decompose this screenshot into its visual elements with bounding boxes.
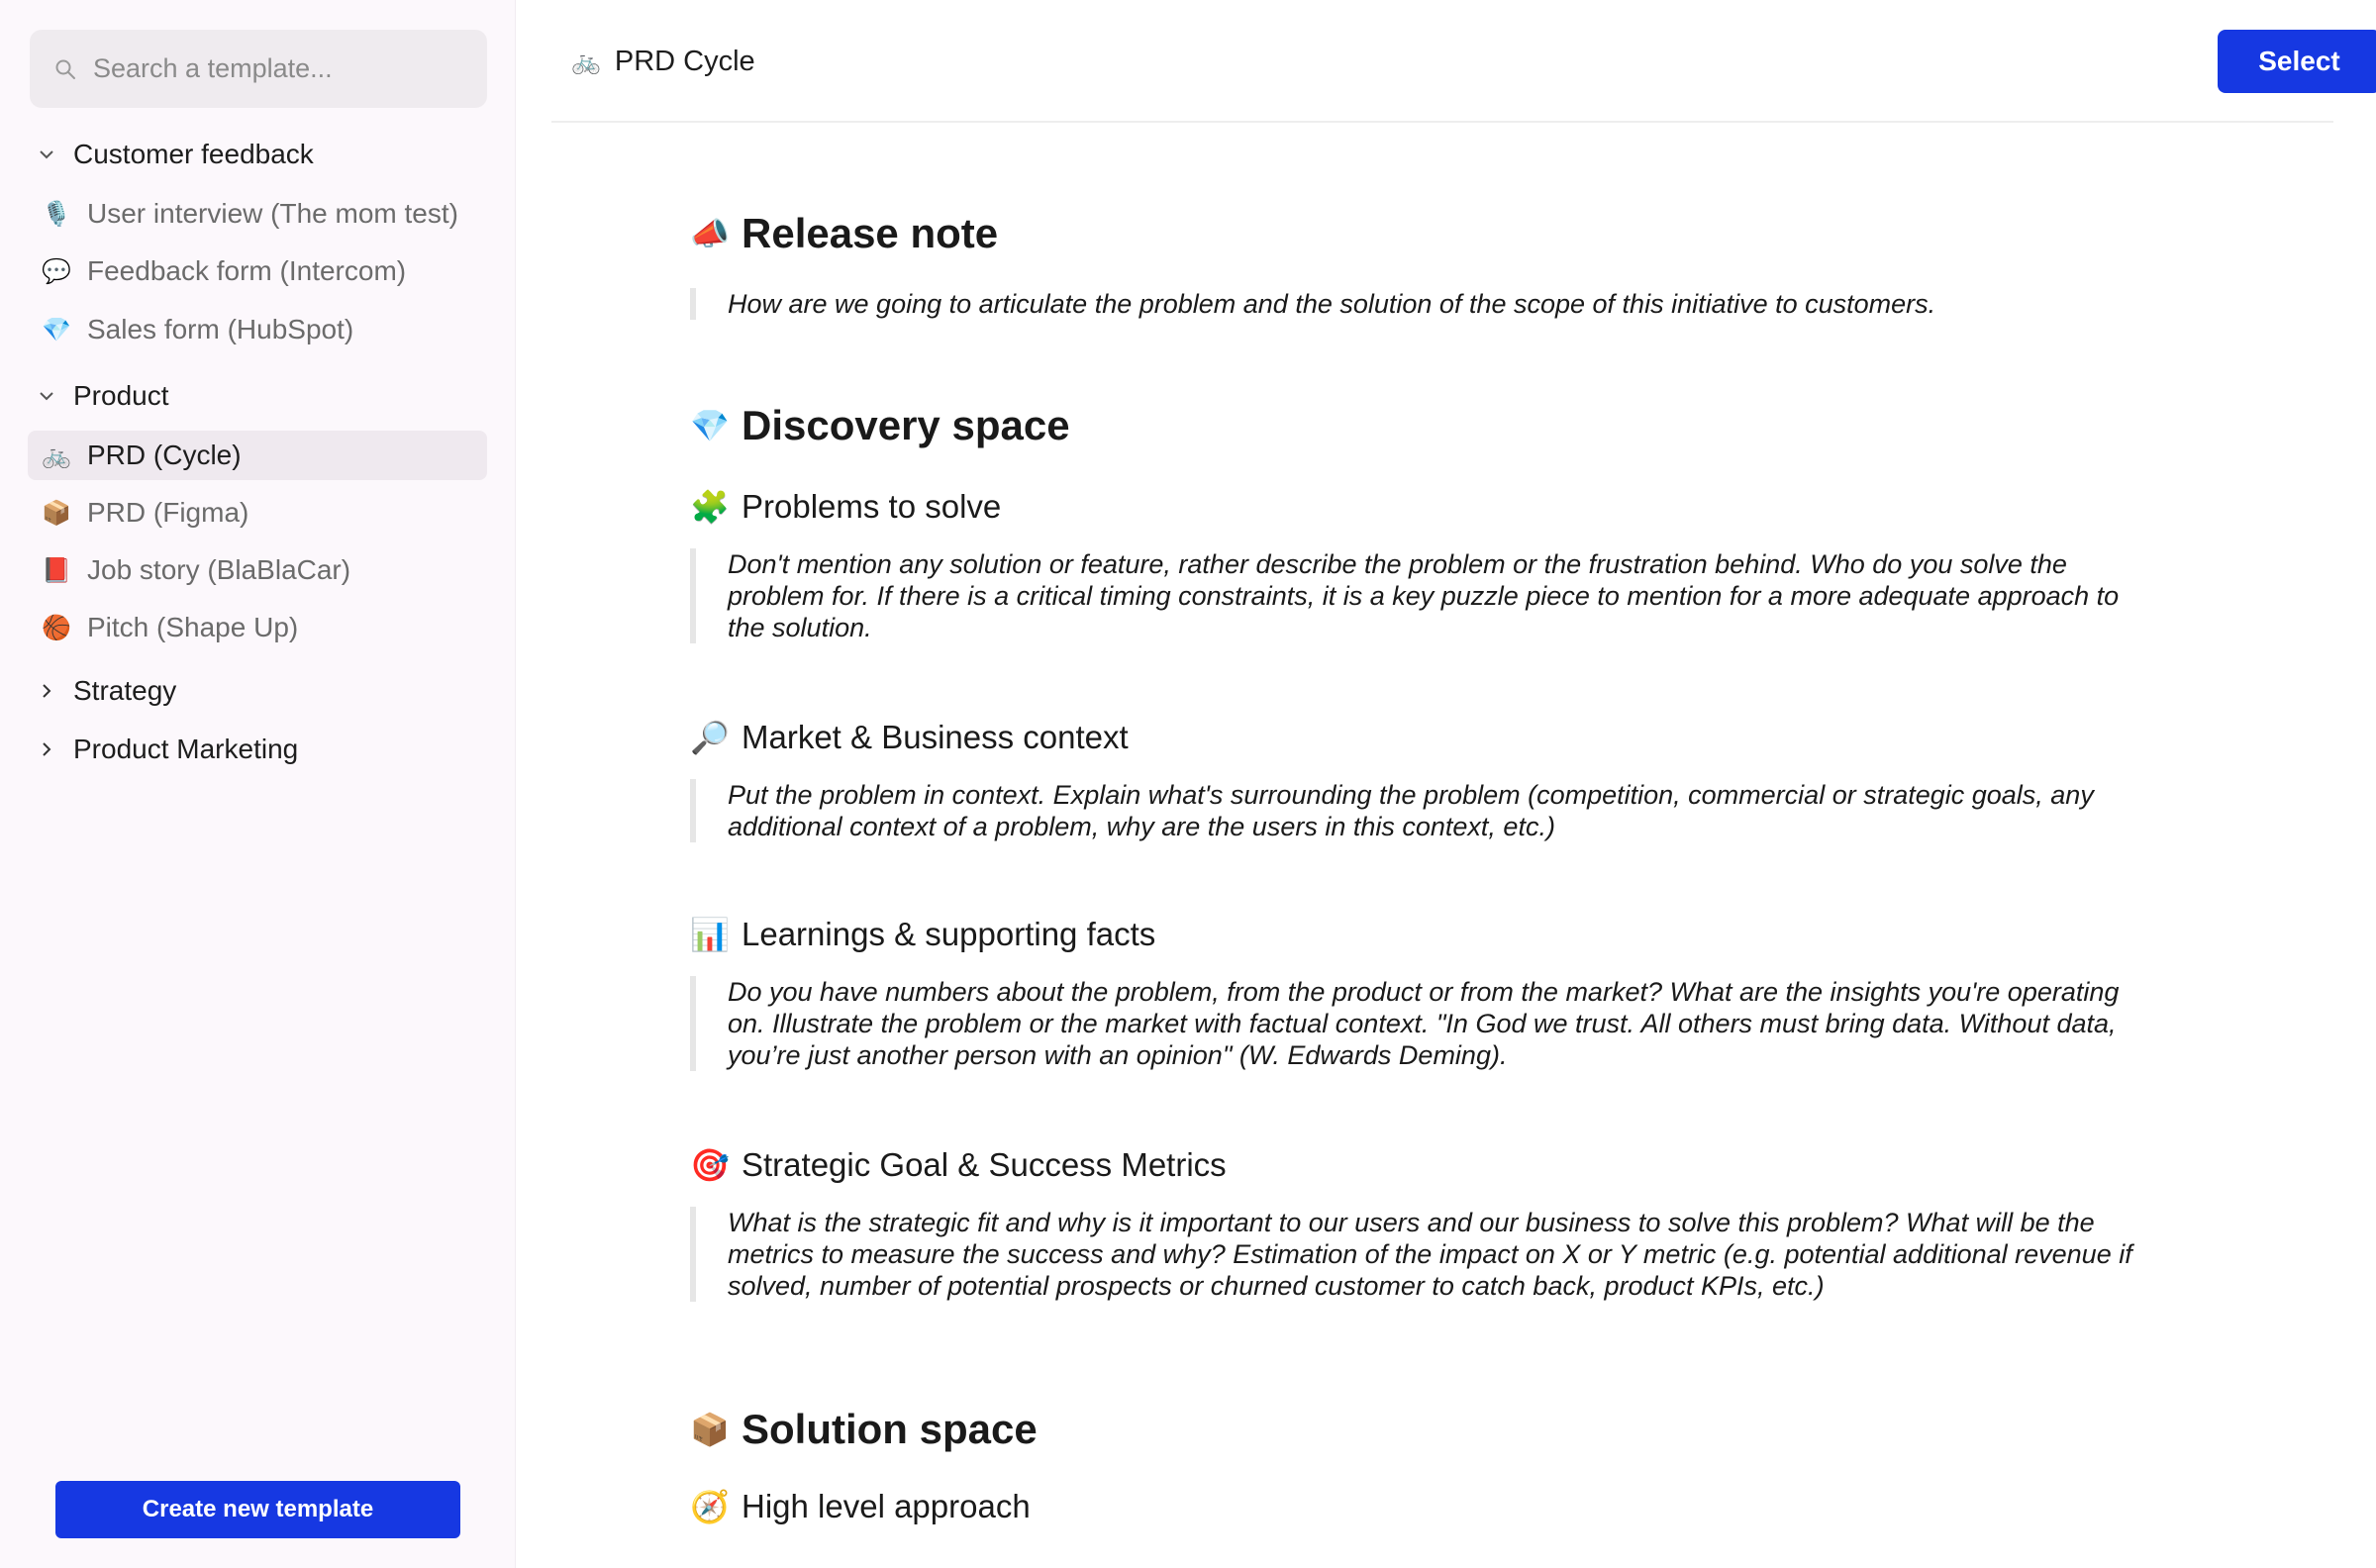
heading-market-context: 🔎 Market & Business context xyxy=(690,719,1129,756)
group-label: Product xyxy=(73,380,169,411)
group-customer-feedback[interactable]: Customer feedback xyxy=(36,135,314,174)
bicycle-icon: 🚲 xyxy=(571,49,601,75)
chevron-down-icon xyxy=(36,385,57,407)
chevron-down-icon xyxy=(36,144,57,165)
target-icon: 🎯 xyxy=(690,1147,730,1183)
search-bar[interactable] xyxy=(30,30,487,108)
heading-text: High level approach xyxy=(742,1488,1031,1524)
blockquote-strategic: What is the strategic fit and why is it … xyxy=(690,1207,2145,1302)
group-strategy[interactable]: Strategy xyxy=(36,671,176,711)
template-preview: 🚲 PRD Cycle Select 📣 Release note How ar… xyxy=(516,0,2376,1568)
template-label: Pitch (Shape Up) xyxy=(87,612,299,642)
gem-icon: 💎 xyxy=(690,408,730,443)
heading-strategic-goal: 🎯 Strategic Goal & Success Metrics xyxy=(690,1146,1227,1184)
group-label: Strategy xyxy=(73,675,177,706)
heading-high-level-approach: 🧭 High level approach xyxy=(690,1488,1031,1525)
package-icon: 📦 xyxy=(42,499,71,527)
heading-release-note: 📣 Release note xyxy=(690,210,998,257)
heading-problems-to-solve: 🧩 Problems to solve xyxy=(690,488,1001,526)
compass-icon: 🧭 xyxy=(690,1489,730,1524)
heading-text: Solution space xyxy=(742,1406,1038,1452)
package-icon: 📦 xyxy=(690,1412,730,1447)
search-icon xyxy=(55,59,75,79)
template-feedback-form[interactable]: 💬 Feedback form (Intercom) xyxy=(28,246,487,296)
blockquote-learnings: Do you have numbers about the problem, f… xyxy=(690,976,2145,1071)
heading-text: Strategic Goal & Success Metrics xyxy=(742,1146,1227,1183)
heading-text: Discovery space xyxy=(742,402,1070,448)
template-prd-cycle[interactable]: 🚲 PRD (Cycle) xyxy=(28,431,487,480)
blockquote-release-note: How are we going to articulate the probl… xyxy=(690,288,2145,320)
template-user-interview[interactable]: 🎙️ User interview (The mom test) xyxy=(28,189,487,239)
book-icon: 📕 xyxy=(42,556,71,584)
heading-text: Market & Business context xyxy=(742,719,1129,755)
speech-bubble-icon: 💬 xyxy=(42,257,71,285)
template-pitch[interactable]: 🏀 Pitch (Shape Up) xyxy=(28,603,487,652)
template-label: Feedback form (Intercom) xyxy=(87,255,407,286)
heading-text: Problems to solve xyxy=(742,488,1002,525)
template-job-story[interactable]: 📕 Job story (BlaBlaCar) xyxy=(28,545,487,595)
magnifier-icon: 🔎 xyxy=(690,720,730,755)
puzzle-icon: 🧩 xyxy=(690,489,730,525)
preview-header: 🚲 PRD Cycle Select xyxy=(551,0,2376,123)
heading-discovery-space: 💎 Discovery space xyxy=(690,402,1070,449)
search-input[interactable] xyxy=(93,53,487,84)
template-label: Job story (BlaBlaCar) xyxy=(87,554,351,585)
create-template-button[interactable]: Create new template xyxy=(55,1481,460,1538)
heading-text: Release note xyxy=(742,210,999,256)
select-button[interactable]: Select xyxy=(2218,30,2376,93)
gem-icon: 💎 xyxy=(42,316,71,343)
blockquote-market: Put the problem in context. Explain what… xyxy=(690,779,2145,842)
template-prd-figma[interactable]: 📦 PRD (Figma) xyxy=(28,488,487,538)
group-product[interactable]: Product xyxy=(36,376,169,416)
heading-learnings: 📊 Learnings & supporting facts xyxy=(690,916,1155,953)
template-label: Sales form (HubSpot) xyxy=(87,314,354,344)
template-label: User interview (The mom test) xyxy=(87,198,458,229)
group-label: Product Marketing xyxy=(73,734,299,764)
template-label: PRD (Figma) xyxy=(87,497,249,528)
heading-solution-space: 📦 Solution space xyxy=(690,1406,1038,1453)
template-label: PRD (Cycle) xyxy=(87,440,242,470)
group-product-marketing[interactable]: Product Marketing xyxy=(36,730,298,769)
heading-text: Learnings & supporting facts xyxy=(742,916,1156,952)
page-title-text: PRD Cycle xyxy=(614,46,755,77)
group-label: Customer feedback xyxy=(73,139,314,169)
chevron-right-icon xyxy=(36,738,57,760)
bar-chart-icon: 📊 xyxy=(690,917,730,952)
basketball-icon: 🏀 xyxy=(42,614,71,641)
microphone-icon: 🎙️ xyxy=(42,200,71,228)
chevron-right-icon xyxy=(36,680,57,702)
megaphone-icon: 📣 xyxy=(690,216,730,251)
blockquote-problems: Don't mention any solution or feature, r… xyxy=(690,548,2145,643)
template-sales-form[interactable]: 💎 Sales form (HubSpot) xyxy=(28,305,487,354)
page-title: 🚲 PRD Cycle xyxy=(571,46,755,78)
bicycle-icon: 🚲 xyxy=(42,441,71,469)
sidebar: Customer feedback 🎙️ User interview (The… xyxy=(0,0,516,1568)
